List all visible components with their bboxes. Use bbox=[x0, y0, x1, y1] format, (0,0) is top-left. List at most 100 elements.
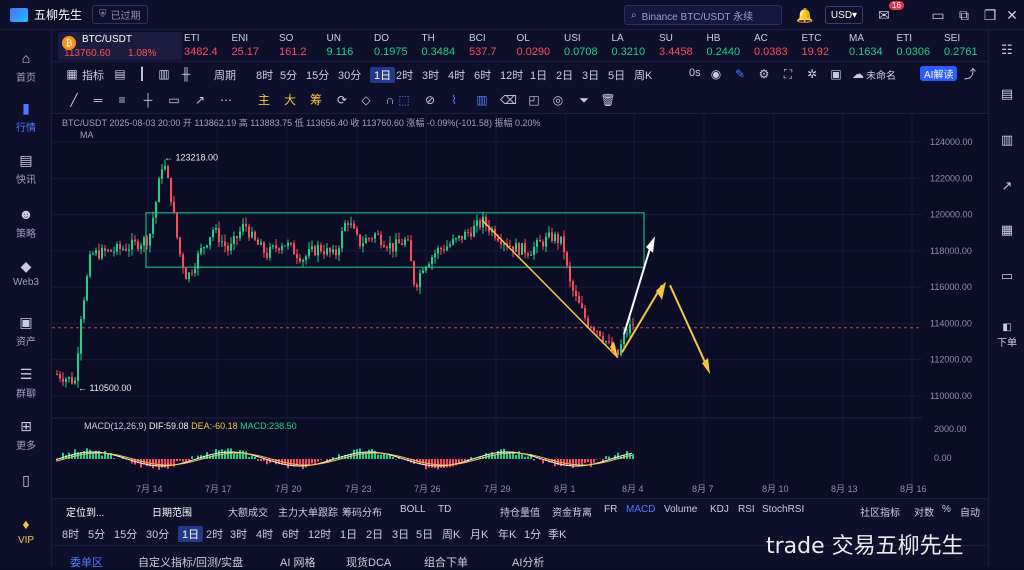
timeframe-10[interactable]: 1日 bbox=[530, 67, 547, 83]
range-10[interactable]: 1日 bbox=[340, 526, 357, 542]
range-1[interactable]: 5分 bbox=[88, 526, 105, 542]
panel-icon[interactable]: ▭ bbox=[999, 268, 1015, 284]
sidebar-item-strategy[interactable]: ☻策略 bbox=[0, 206, 52, 240]
chart-canvas[interactable]: 124000.00122000.00120000.00118000.001160… bbox=[52, 114, 988, 498]
sidebar-item-more[interactable]: ⊞更多 bbox=[0, 418, 52, 452]
range-4[interactable]: 1日 bbox=[178, 526, 203, 542]
ticker-item[interactable]: HB0.2440 bbox=[707, 33, 741, 58]
ticker-item[interactable]: SEI0.2761 bbox=[944, 33, 978, 58]
calendar-icon[interactable]: ▤ bbox=[112, 66, 128, 82]
timeframe-12[interactable]: 3日 bbox=[582, 67, 599, 83]
mail-icon[interactable]: ✉ bbox=[876, 7, 892, 23]
indicator-6[interactable]: 资金背离 bbox=[552, 504, 592, 519]
restore-icon[interactable]: ❐ bbox=[982, 7, 998, 23]
compass-icon[interactable]: ◎ bbox=[550, 92, 566, 108]
ticker-item[interactable]: ENI25.17 bbox=[232, 33, 260, 58]
chips-tool[interactable]: 筹 bbox=[308, 92, 324, 108]
range-8[interactable]: 6时 bbox=[282, 526, 299, 542]
sidebar-item-news[interactable]: ▤快讯 bbox=[0, 152, 52, 186]
tab-0[interactable]: 委单区 bbox=[70, 554, 103, 570]
ticker-item[interactable]: OL0.0290 bbox=[517, 33, 551, 58]
percent-toggle[interactable]: % bbox=[942, 504, 951, 515]
ticker-item[interactable]: DO0.1975 bbox=[374, 33, 408, 58]
currency-select[interactable]: USD ▾ bbox=[825, 6, 863, 24]
indicator-1[interactable]: 主力大单跟踪 bbox=[278, 504, 338, 519]
indicator-3[interactable]: BOLL bbox=[400, 504, 426, 515]
sidebar-item-home[interactable]: ⌂首页 bbox=[0, 50, 52, 84]
sidebar-item-web3[interactable]: ◆Web3 bbox=[0, 258, 52, 288]
range-13[interactable]: 5日 bbox=[416, 526, 433, 542]
ticker-item[interactable]: SU3.4458 bbox=[659, 33, 693, 58]
date-range-button[interactable]: 日期范围 bbox=[152, 504, 192, 519]
login-status-badge[interactable]: ⛨ 已过期 bbox=[92, 5, 148, 24]
indicator-4[interactable]: TD bbox=[438, 504, 451, 515]
cloud-icon[interactable]: ☁ bbox=[850, 66, 866, 82]
bell-icon[interactable]: 🔔 bbox=[796, 7, 812, 23]
ticker-item[interactable]: ETI0.0306 bbox=[897, 33, 931, 58]
ticker-item[interactable]: ETC19.92 bbox=[802, 33, 830, 58]
timeframe-13[interactable]: 5日 bbox=[608, 67, 625, 83]
tab-5[interactable]: AI分析 bbox=[512, 554, 544, 570]
document-icon[interactable]: ▤ bbox=[999, 86, 1015, 102]
camera-icon[interactable]: ◉ bbox=[708, 66, 724, 82]
sidebar-item-phone[interactable]: ▯ bbox=[0, 472, 52, 491]
line-tool-icon[interactable]: ╱ bbox=[66, 92, 82, 108]
indicator-2[interactable]: 筹码分布 bbox=[342, 504, 382, 519]
range-15[interactable]: 月K bbox=[470, 526, 488, 542]
timeframe-3[interactable]: 30分 bbox=[338, 67, 361, 83]
close-icon[interactable]: ✕ bbox=[1004, 7, 1020, 23]
timeframe-1[interactable]: 5分 bbox=[280, 67, 297, 83]
range-3[interactable]: 30分 bbox=[146, 526, 169, 542]
maximize-icon[interactable]: ⧉ bbox=[956, 7, 972, 23]
range-5[interactable]: 2时 bbox=[206, 526, 223, 542]
range-2[interactable]: 15分 bbox=[114, 526, 137, 542]
timeframe-14[interactable]: 周K bbox=[634, 67, 652, 83]
community-indicator-button[interactable]: 社区指标 bbox=[860, 504, 900, 519]
trash-icon[interactable]: ⌫ bbox=[500, 92, 516, 108]
camera-tool-icon[interactable]: ◰ bbox=[526, 92, 542, 108]
tab-4[interactable]: 组合下单 bbox=[424, 554, 468, 570]
tab-3[interactable]: 现货DCA bbox=[346, 554, 391, 570]
ticker-item[interactable]: UN9.116 bbox=[327, 33, 354, 58]
more-dots-icon[interactable]: ⋯ bbox=[218, 92, 234, 108]
tab-2[interactable]: AI 网格 bbox=[280, 554, 315, 570]
indicator-10[interactable]: KDJ bbox=[710, 504, 729, 515]
ticker-item[interactable]: TH0.3484 bbox=[422, 33, 456, 58]
ruler-icon[interactable]: ⊘ bbox=[422, 92, 438, 108]
timeframe-11[interactable]: 2日 bbox=[556, 67, 573, 83]
range-9[interactable]: 12时 bbox=[308, 526, 331, 542]
table-icon[interactable]: ▥ bbox=[156, 66, 172, 82]
range-0[interactable]: 8时 bbox=[62, 526, 79, 542]
pencil-icon[interactable]: ✎ bbox=[732, 66, 748, 82]
settings-icon[interactable]: ⚙ bbox=[756, 66, 772, 82]
channel-icon[interactable]: ≡ bbox=[114, 92, 130, 108]
main-ticker[interactable]: ₿ BTC/USDT 113760.60 1.08% bbox=[58, 32, 182, 60]
layout-name-select[interactable]: 未命名 bbox=[866, 67, 896, 82]
brush-icon[interactable]: ⌇ bbox=[446, 92, 462, 108]
indicator-0[interactable]: 大额成交 bbox=[228, 504, 268, 519]
timeframe-5[interactable]: 2时 bbox=[396, 67, 413, 83]
range-17[interactable]: 1分 bbox=[524, 526, 541, 542]
timeframe-9[interactable]: 12时 bbox=[500, 67, 523, 83]
calendar-icon[interactable]: ▦ bbox=[999, 222, 1015, 238]
range-12[interactable]: 3日 bbox=[392, 526, 409, 542]
sync-icon[interactable]: ⟳ bbox=[334, 92, 350, 108]
filter-icon[interactable]: ⏷ bbox=[576, 92, 592, 108]
range-18[interactable]: 季K bbox=[548, 526, 566, 542]
sidebar-item-chat[interactable]: ☰群聊 bbox=[0, 366, 52, 400]
candlestick-icon[interactable]: ┃ bbox=[134, 66, 150, 82]
select-icon[interactable]: ⬚ bbox=[396, 92, 412, 108]
price-chart[interactable]: 124000.00122000.00120000.00118000.001160… bbox=[52, 114, 988, 498]
indicator-8[interactable]: MACD bbox=[626, 504, 655, 515]
timeframe-0[interactable]: 8时 bbox=[256, 67, 273, 83]
tab-1[interactable]: 自定义指标/回测/实盘 bbox=[138, 554, 243, 570]
period-button[interactable]: 周期 bbox=[214, 67, 236, 83]
arrow-tool-icon[interactable]: ↗ bbox=[192, 92, 208, 108]
gear-icon[interactable]: ✲ bbox=[804, 66, 820, 82]
ray-icon[interactable]: ┼ bbox=[140, 92, 156, 108]
range-7[interactable]: 4时 bbox=[256, 526, 273, 542]
range-6[interactable]: 3时 bbox=[230, 526, 247, 542]
indicator-12[interactable]: StochRSI bbox=[762, 504, 804, 515]
main-force-tool[interactable]: 主 bbox=[256, 92, 272, 108]
ticker-item[interactable]: MA0.1634 bbox=[849, 33, 883, 58]
